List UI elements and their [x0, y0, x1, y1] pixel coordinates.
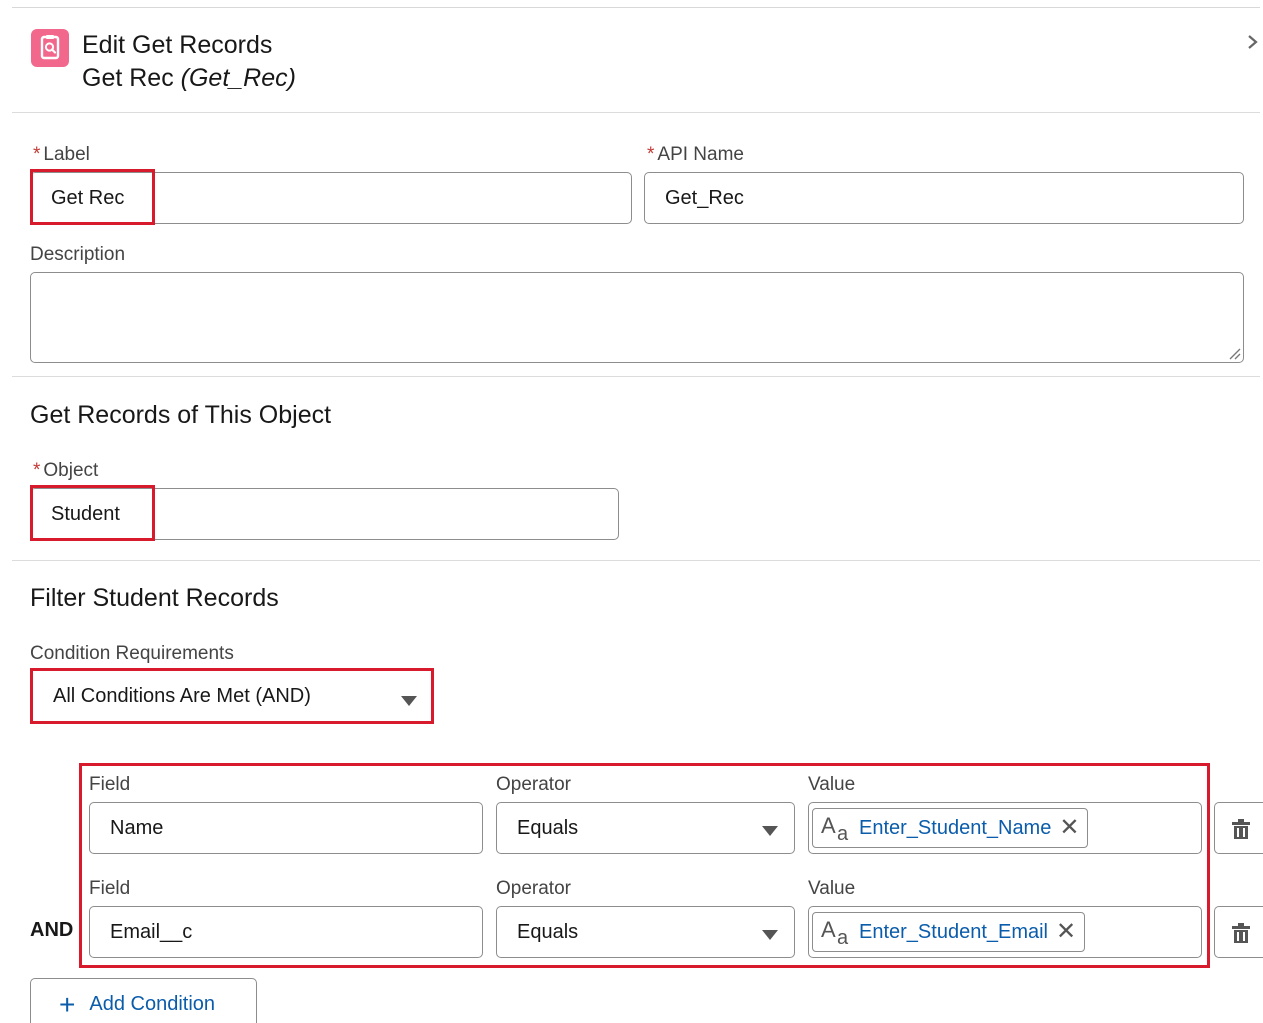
conditions-highlight-box	[79, 763, 1210, 968]
label-field-label: * Label	[33, 144, 90, 165]
get-records-icon	[31, 29, 69, 67]
condition-2-delete-button[interactable]	[1214, 906, 1263, 958]
condition-requirements-label: Condition Requirements	[30, 643, 234, 664]
condition-highlight-box	[30, 668, 434, 724]
object-highlight-box	[30, 485, 155, 541]
resize-handle-icon[interactable]	[1227, 346, 1241, 360]
trash-icon	[1232, 819, 1250, 839]
add-condition-label: Add Condition	[89, 993, 216, 1015]
section-divider	[12, 560, 1260, 561]
description-label: Description	[30, 244, 126, 265]
panel-subtitle: Get Rec (Get_Rec)	[82, 64, 296, 93]
panel-title: Edit Get Records	[82, 31, 273, 59]
top-divider	[12, 7, 1260, 8]
plus-icon: +	[59, 989, 76, 1020]
element-api-name: (Get_Rec)	[180, 64, 296, 92]
logic-operator-label: AND	[30, 919, 74, 941]
object-field-label: * Object	[33, 460, 99, 481]
api-name-input-value: Get_Rec	[665, 186, 744, 209]
add-condition-button[interactable]: + Add Condition	[30, 978, 257, 1023]
api-name-field-label: * API Name	[647, 144, 744, 165]
object-section-title: Get Records of This Object	[30, 401, 332, 429]
section-divider	[12, 376, 1260, 377]
condition-1-delete-button[interactable]	[1214, 802, 1263, 854]
filter-section-title: Filter Student Records	[30, 584, 279, 612]
description-textarea[interactable]	[30, 272, 1244, 363]
api-name-input[interactable]: Get_Rec	[644, 172, 1244, 224]
chevron-right-icon[interactable]	[1246, 30, 1260, 54]
element-name: Get Rec	[82, 64, 174, 92]
trash-icon	[1232, 923, 1250, 943]
label-highlight-box	[30, 169, 155, 225]
section-divider	[12, 112, 1260, 113]
